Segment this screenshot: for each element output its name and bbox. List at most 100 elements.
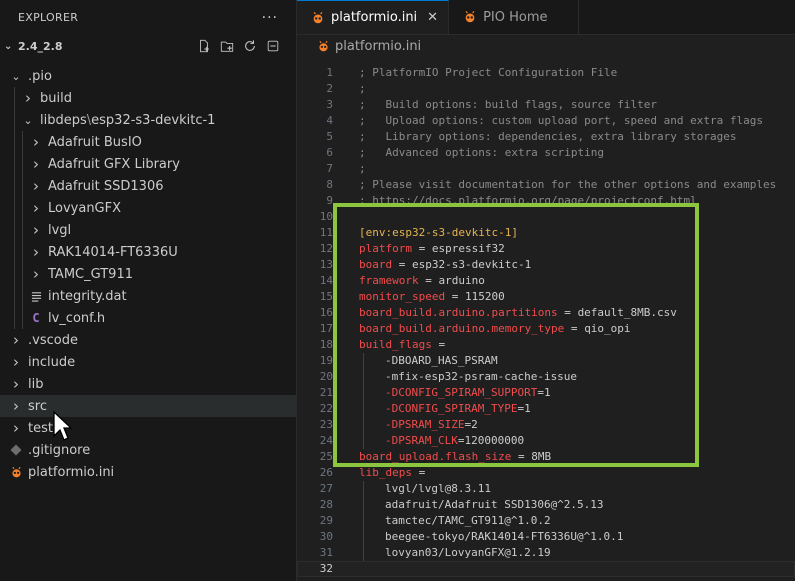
- code-text: ; PlatformIO Project Configuration File: [333, 65, 617, 81]
- line-number: 25: [319, 450, 333, 463]
- line-number: 21: [319, 386, 333, 399]
- workspace-root[interactable]: ⌄ 2.4_2.8: [0, 35, 296, 57]
- chevron-right-icon[interactable]: ›: [28, 133, 44, 151]
- tree-item[interactable]: platformio.ini: [0, 461, 296, 483]
- tree-item[interactable]: › include: [0, 351, 296, 373]
- tree-item[interactable]: › RAK14014-FT6336U: [0, 241, 296, 263]
- line-number: 1: [326, 66, 333, 79]
- tree-item-label: lib: [28, 376, 44, 392]
- code-line[interactable]: 1 ; PlatformIO Project Configuration File: [297, 65, 795, 81]
- line-number: 15: [319, 290, 333, 303]
- code-token: ; Advanced options: extra scripting: [359, 146, 605, 159]
- code-line[interactable]: 3 ; Build options: build flags, source fi…: [297, 97, 795, 113]
- code-line[interactable]: 32: [297, 561, 795, 577]
- tree-item[interactable]: › Adafruit GFX Library: [0, 153, 296, 175]
- chevron-right-icon[interactable]: ›: [28, 177, 44, 195]
- code-line[interactable]: 27 lvgl/lvgl@8.3.11: [297, 481, 795, 497]
- breadcrumb[interactable]: platformio.ini: [297, 35, 795, 57]
- tab-platformio-ini[interactable]: platformio.ini ✕: [297, 0, 450, 34]
- tab-bar: platformio.ini ✕ PIO Home: [297, 0, 795, 35]
- tree-item-label: Adafruit BusIO: [48, 134, 142, 150]
- tree-item[interactable]: › TAMC_GT911: [0, 263, 296, 285]
- tree-item-label: integrity.dat: [48, 288, 127, 304]
- indent-guide: [363, 513, 364, 529]
- chevron-right-icon[interactable]: ›: [20, 89, 36, 107]
- indent-guide: [363, 545, 364, 561]
- chevron-down-icon[interactable]: ⌄: [8, 70, 24, 83]
- code-line[interactable]: 4 ; Upload options: custom upload port, s…: [297, 113, 795, 129]
- code-token: beegee-tokyo/RAK14014-FT6336U@^1.0.1: [385, 530, 624, 543]
- breadcrumb-file: platformio.ini: [335, 38, 422, 54]
- code-text: ; Please visit documentation for the oth…: [333, 177, 776, 193]
- tree-item[interactable]: › build: [0, 87, 296, 109]
- collapse-all-icon[interactable]: [266, 39, 280, 53]
- tree-item-label: TAMC_GT911: [48, 266, 133, 282]
- tree-item[interactable]: › Adafruit BusIO: [0, 131, 296, 153]
- chevron-right-icon[interactable]: ›: [8, 397, 24, 415]
- code-token: lovyan03/LovyanGFX@1.2.19: [385, 546, 551, 559]
- line-number: 10: [319, 210, 333, 223]
- code-token: adafruit/Adafruit SSD1306@^2.5.13: [385, 498, 604, 511]
- tree-item[interactable]: ⌄ .pio: [0, 65, 296, 87]
- code-line[interactable]: 29 tamctec/TAMC_GT911@^1.0.2: [297, 513, 795, 529]
- line-number: 8: [326, 178, 333, 191]
- tree-item[interactable]: Clv_conf.h: [0, 307, 296, 329]
- tree-item[interactable]: › lib: [0, 373, 296, 395]
- tree-item[interactable]: ⌄ libdeps \ esp32-s3-devkitc-1: [0, 109, 296, 131]
- code-line[interactable]: 6 ; Advanced options: extra scripting: [297, 145, 795, 161]
- code-line[interactable]: 31 lovyan03/LovyanGFX@1.2.19: [297, 545, 795, 561]
- line-number: 29: [319, 514, 333, 527]
- line-number: 32: [319, 562, 333, 575]
- line-number: 22: [319, 402, 333, 415]
- code-line[interactable]: 2;: [297, 81, 795, 97]
- code-line[interactable]: 7;: [297, 161, 795, 177]
- code-text: ;: [333, 81, 366, 97]
- code-token: ; PlatformIO Project Configuration File: [359, 66, 618, 79]
- platformio-icon: [311, 11, 325, 25]
- chevron-right-icon[interactable]: ›: [28, 221, 44, 239]
- line-number: 14: [319, 274, 333, 287]
- chevron-right-icon[interactable]: ›: [28, 155, 44, 173]
- chevron-right-icon[interactable]: ›: [8, 419, 24, 437]
- line-number: 20: [319, 370, 333, 383]
- code-line[interactable]: 8 ; Please visit documentation for the ot…: [297, 177, 795, 193]
- new-folder-icon[interactable]: [220, 39, 234, 53]
- code-text: lvgl/lvgl@8.3.11: [333, 481, 491, 497]
- tab-pio-home[interactable]: PIO Home: [449, 0, 579, 34]
- chevron-down-icon[interactable]: ⌄: [20, 114, 36, 127]
- line-number: 11: [319, 226, 333, 239]
- tree-item[interactable]: › lvgl: [0, 219, 296, 241]
- close-icon[interactable]: ✕: [427, 10, 438, 25]
- tree-item[interactable]: › LovyanGFX: [0, 197, 296, 219]
- code-line[interactable]: 28 adafruit/Adafruit SSD1306@^2.5.13: [297, 497, 795, 513]
- tree-item[interactable]: integrity.dat: [0, 285, 296, 307]
- tree-item-label: RAK14014-FT6336U: [48, 244, 178, 260]
- tree-item[interactable]: › Adafruit SSD1306: [0, 175, 296, 197]
- new-file-icon[interactable]: [197, 39, 211, 53]
- chevron-down-icon[interactable]: ⌄: [4, 41, 18, 52]
- code-token: lvgl/lvgl@8.3.11: [385, 482, 491, 495]
- code-line[interactable]: 26 lib_deps =: [297, 465, 795, 481]
- explorer-title: EXPLORER: [18, 11, 79, 24]
- line-number: 7: [326, 162, 333, 175]
- chevron-right-icon[interactable]: ›: [8, 331, 24, 349]
- chevron-right-icon[interactable]: ›: [28, 199, 44, 217]
- tree-item[interactable]: .gitignore: [0, 439, 296, 461]
- chevron-right-icon[interactable]: ›: [28, 265, 44, 283]
- tree-item[interactable]: › src: [0, 395, 296, 417]
- chevron-right-icon[interactable]: ›: [8, 353, 24, 371]
- line-number: 26: [319, 466, 333, 479]
- refresh-icon[interactable]: [243, 39, 257, 53]
- tab-label: platformio.ini: [331, 10, 418, 25]
- code-line[interactable]: 30 beegee-tokyo/RAK14014-FT6336U@^1.0.1: [297, 529, 795, 545]
- code-token: ; Please visit documentation for the oth…: [359, 178, 777, 191]
- line-number: 3: [326, 98, 333, 111]
- chevron-right-icon[interactable]: ›: [28, 243, 44, 261]
- chevron-right-icon[interactable]: ›: [8, 375, 24, 393]
- tree-item-label: .vscode: [28, 332, 78, 348]
- tree-item[interactable]: › test: [0, 417, 296, 439]
- more-actions-icon[interactable]: ···: [262, 10, 278, 26]
- code-line[interactable]: 5 ; Library options: dependencies, extra …: [297, 129, 795, 145]
- explorer-sidebar: EXPLORER ··· ⌄ 2.4_2.8 ⌄ .pio › build ⌄ libde…: [0, 0, 297, 581]
- tree-item[interactable]: › .vscode: [0, 329, 296, 351]
